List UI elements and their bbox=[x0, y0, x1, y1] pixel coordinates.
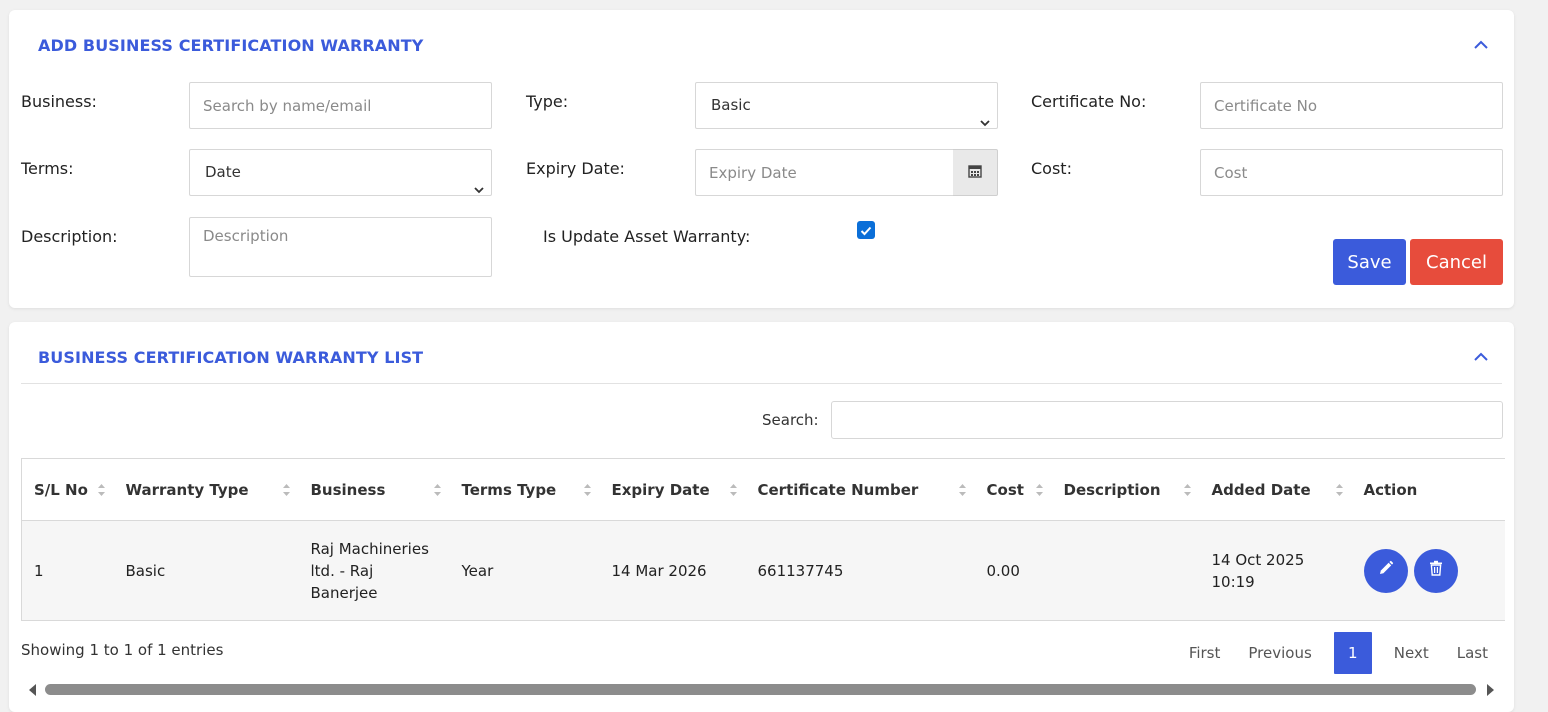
cell-terms-type: Year bbox=[461, 561, 494, 580]
pagination-first[interactable]: First bbox=[1175, 632, 1235, 674]
column-header-action: Action bbox=[1351, 458, 1505, 521]
scroll-right-arrow-icon[interactable] bbox=[1487, 684, 1494, 696]
column-header-cost[interactable]: Cost bbox=[974, 458, 1052, 521]
cost-input[interactable] bbox=[1200, 149, 1503, 196]
cell-cost: 0.00 bbox=[986, 561, 1020, 580]
chevron-down-icon bbox=[473, 168, 485, 194]
cancel-button[interactable]: Cancel bbox=[1410, 239, 1503, 285]
certificate-no-label: Certificate No: bbox=[1031, 92, 1147, 111]
description-textarea[interactable] bbox=[189, 217, 492, 277]
checkmark-icon bbox=[860, 221, 872, 240]
chevron-up-icon[interactable] bbox=[1474, 40, 1488, 50]
pencil-icon bbox=[1378, 560, 1394, 582]
business-search-input[interactable] bbox=[189, 82, 492, 129]
pagination-page-current[interactable]: 1 bbox=[1333, 632, 1372, 674]
cell-warranty-type: Basic bbox=[125, 561, 166, 580]
sort-icon bbox=[583, 482, 592, 498]
sort-icon bbox=[433, 482, 442, 498]
pagination-last[interactable]: Last bbox=[1443, 632, 1502, 674]
cost-label: Cost: bbox=[1031, 159, 1072, 178]
description-label: Description: bbox=[21, 227, 118, 246]
type-select[interactable]: Basic bbox=[695, 82, 998, 129]
trash-icon bbox=[1429, 560, 1443, 582]
scrollbar-thumb[interactable] bbox=[45, 684, 1476, 695]
table-info-text: Showing 1 to 1 of 1 entries bbox=[21, 641, 224, 659]
expiry-date-label: Expiry Date: bbox=[526, 159, 625, 178]
column-header-expiry-date[interactable]: Expiry Date bbox=[599, 458, 746, 521]
cell-added-date: 14 Oct 2025 10:19 bbox=[1211, 550, 1305, 591]
sort-icon bbox=[97, 482, 106, 498]
sort-icon bbox=[1035, 482, 1044, 498]
update-asset-warranty-checkbox[interactable] bbox=[857, 221, 875, 239]
business-label: Business: bbox=[21, 92, 97, 111]
cell-expiry-date: 14 Mar 2026 bbox=[611, 561, 707, 580]
cell-action bbox=[1352, 521, 1506, 621]
title-divider bbox=[21, 383, 1502, 384]
cell-business: Raj Machineries ltd. - Raj Banerjee bbox=[310, 539, 429, 602]
column-header-warranty-type[interactable]: Warranty Type bbox=[113, 458, 299, 521]
certificate-no-input[interactable] bbox=[1200, 82, 1503, 129]
column-header-added-date[interactable]: Added Date bbox=[1199, 458, 1352, 521]
cell-sl-no: 1 bbox=[21, 520, 114, 621]
sort-icon bbox=[729, 482, 738, 498]
column-header-description[interactable]: Description bbox=[1051, 458, 1200, 521]
sort-icon bbox=[1183, 482, 1192, 498]
table-row: 1 Basic Raj Machineries ltd. - Raj Baner… bbox=[21, 520, 1506, 621]
column-header-sl-no[interactable]: S/L No bbox=[21, 458, 114, 521]
column-header-business[interactable]: Business bbox=[298, 458, 450, 521]
sort-icon bbox=[958, 482, 967, 498]
column-header-certificate-number[interactable]: Certificate Number bbox=[745, 458, 975, 521]
type-selected-value: Basic bbox=[711, 96, 751, 114]
table-header-row: S/L No Warranty Type Business Terms Type… bbox=[21, 458, 1505, 521]
add-warranty-title: ADD BUSINESS CERTIFICATION WARRANTY bbox=[38, 36, 424, 55]
type-label: Type: bbox=[526, 92, 569, 111]
terms-select[interactable]: Date bbox=[189, 149, 492, 196]
sort-icon bbox=[1335, 482, 1344, 498]
cell-certificate-number: 661137745 bbox=[757, 561, 844, 580]
table-search-input[interactable] bbox=[831, 401, 1503, 439]
chevron-up-icon[interactable] bbox=[1474, 352, 1488, 362]
sort-icon bbox=[282, 482, 291, 498]
calendar-icon bbox=[968, 163, 982, 182]
expiry-date-input[interactable] bbox=[695, 149, 954, 196]
horizontal-scrollbar[interactable] bbox=[21, 681, 1502, 697]
column-header-terms-type[interactable]: Terms Type bbox=[449, 458, 600, 521]
pagination-previous[interactable]: Previous bbox=[1234, 632, 1325, 674]
delete-button[interactable] bbox=[1414, 548, 1459, 593]
scroll-left-arrow-icon[interactable] bbox=[29, 684, 36, 696]
terms-selected-value: Date bbox=[205, 163, 241, 181]
warranty-list-card: BUSINESS CERTIFICATION WARRANTY LIST Sea… bbox=[9, 322, 1514, 712]
save-button[interactable]: Save bbox=[1333, 239, 1406, 285]
terms-label: Terms: bbox=[21, 159, 74, 178]
calendar-button[interactable] bbox=[953, 149, 998, 196]
chevron-down-icon bbox=[979, 101, 991, 127]
edit-button[interactable] bbox=[1363, 548, 1408, 593]
update-asset-warranty-label: Is Update Asset Warranty: bbox=[543, 227, 751, 246]
cell-description bbox=[1052, 521, 1200, 621]
pagination: First Previous 1 Next Last bbox=[1175, 632, 1502, 674]
add-warranty-card: ADD BUSINESS CERTIFICATION WARRANTY Busi… bbox=[9, 10, 1514, 308]
pagination-next[interactable]: Next bbox=[1380, 632, 1443, 674]
warranty-table: S/L No Warranty Type Business Terms Type… bbox=[21, 458, 1505, 621]
warranty-list-title: BUSINESS CERTIFICATION WARRANTY LIST bbox=[38, 348, 424, 367]
search-label: Search: bbox=[762, 411, 819, 429]
